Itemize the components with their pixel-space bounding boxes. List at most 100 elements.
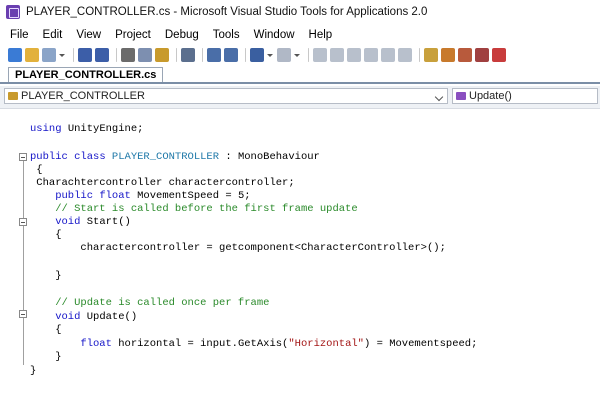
code-token: void bbox=[30, 216, 87, 228]
chevron-down-icon[interactable] bbox=[59, 48, 65, 62]
toolbar-separator bbox=[202, 48, 203, 62]
code-token: float bbox=[30, 338, 119, 350]
code-token: } bbox=[30, 351, 62, 363]
code-line[interactable]: void Start() bbox=[30, 216, 131, 229]
code-line[interactable]: charactercontroller = getcomponent<Chara… bbox=[30, 242, 446, 255]
chevron-down-icon[interactable] bbox=[267, 48, 273, 62]
code-token: // Start is called before the first fram… bbox=[30, 203, 358, 215]
menu-help[interactable]: Help bbox=[302, 29, 340, 41]
code-line[interactable]: // Start is called before the first fram… bbox=[30, 203, 358, 216]
code-token: UnityEngine; bbox=[67, 123, 144, 135]
code-token: float bbox=[99, 190, 138, 202]
menu-edit[interactable]: Edit bbox=[36, 29, 70, 41]
redo-icon[interactable] bbox=[277, 48, 291, 62]
open-icon[interactable] bbox=[25, 48, 39, 62]
toolbar-separator bbox=[176, 48, 177, 62]
code-line[interactable]: public class PLAYER_CONTROLLER : MonoBeh… bbox=[30, 151, 320, 164]
code-text[interactable]: using UnityEngine; public class PLAYER_CO… bbox=[0, 109, 600, 413]
method-icon bbox=[456, 92, 466, 100]
code-token: Charachtercontroller charactercontroller… bbox=[30, 177, 295, 189]
code-line[interactable]: Charachtercontroller charactercontroller… bbox=[30, 177, 295, 190]
navigation-bar: PLAYER_CONTROLLER Update() bbox=[0, 86, 600, 109]
toolbar-separator bbox=[308, 48, 309, 62]
undo-icon[interactable] bbox=[250, 48, 264, 62]
code-token: { bbox=[30, 229, 62, 241]
step-into-icon[interactable] bbox=[364, 48, 378, 62]
code-token: horizontal = input.GetAxis( bbox=[118, 338, 289, 350]
code-line[interactable]: public float MovementSpeed = 5; bbox=[30, 190, 251, 203]
menu-window[interactable]: Window bbox=[247, 29, 302, 41]
code-token: PLAYER_CONTROLLER bbox=[111, 151, 220, 163]
code-line[interactable]: // Update is called once per frame bbox=[30, 297, 269, 310]
code-line[interactable]: } bbox=[30, 351, 62, 364]
code-token: void bbox=[30, 311, 87, 323]
menu-view[interactable]: View bbox=[69, 29, 108, 41]
indent-icon[interactable] bbox=[207, 48, 221, 62]
code-token: class bbox=[74, 151, 112, 163]
member-selector-value: Update() bbox=[469, 90, 512, 102]
code-token: : MonoBehaviour bbox=[219, 151, 320, 163]
code-token: Start() bbox=[86, 216, 131, 228]
code-line[interactable]: float horizontal = input.GetAxis("Horizo… bbox=[30, 338, 477, 351]
code-line[interactable]: { bbox=[30, 164, 43, 177]
object-browser-icon[interactable] bbox=[458, 48, 472, 62]
code-line[interactable]: } bbox=[30, 270, 62, 283]
document-tabs: PLAYER_CONTROLLER.cs bbox=[0, 65, 600, 84]
member-selector[interactable]: Update() bbox=[452, 88, 598, 104]
code-editor[interactable]: using UnityEngine; public class PLAYER_CO… bbox=[0, 109, 600, 413]
tab-underline bbox=[0, 82, 600, 84]
code-token: { bbox=[30, 164, 43, 176]
add-project-icon[interactable] bbox=[42, 48, 56, 62]
code-token: } bbox=[30, 270, 62, 282]
project-explorer-icon[interactable] bbox=[424, 48, 438, 62]
save-all-icon[interactable] bbox=[95, 48, 109, 62]
window-title: PLAYER_CONTROLLER.cs - Microsoft Visual … bbox=[26, 6, 428, 18]
chevron-down-icon[interactable] bbox=[435, 92, 445, 101]
find-icon[interactable] bbox=[181, 48, 195, 62]
chevron-down-icon[interactable] bbox=[294, 48, 300, 62]
code-line[interactable]: using UnityEngine; bbox=[30, 123, 143, 136]
code-line[interactable]: { bbox=[30, 324, 62, 337]
class-icon bbox=[8, 92, 18, 100]
step-out-icon[interactable] bbox=[398, 48, 412, 62]
code-token: { bbox=[30, 324, 62, 336]
menu-tools[interactable]: Tools bbox=[206, 29, 247, 41]
options-icon[interactable] bbox=[492, 48, 506, 62]
code-token: } bbox=[30, 365, 37, 377]
copy-icon[interactable] bbox=[138, 48, 152, 62]
add-item-icon[interactable] bbox=[8, 48, 22, 62]
toolbar-separator bbox=[73, 48, 74, 62]
cut-icon[interactable] bbox=[121, 48, 135, 62]
toolbar-separator bbox=[419, 48, 420, 62]
code-token: charactercontroller = getcomponent<Chara… bbox=[30, 242, 446, 254]
menu-bar: File Edit View Project Debug Tools Windo… bbox=[0, 26, 600, 44]
code-token: "Horizontal" bbox=[288, 338, 364, 350]
toolbox-icon[interactable] bbox=[475, 48, 489, 62]
step-over-icon[interactable] bbox=[381, 48, 395, 62]
outdent-icon[interactable] bbox=[224, 48, 238, 62]
code-token: public bbox=[30, 190, 100, 202]
pause-icon[interactable] bbox=[330, 48, 344, 62]
menu-project[interactable]: Project bbox=[108, 29, 158, 41]
start-icon[interactable] bbox=[313, 48, 327, 62]
code-token: using bbox=[30, 123, 68, 135]
code-token: // Update is called once per frame bbox=[30, 297, 270, 309]
toolbar-separator bbox=[245, 48, 246, 62]
code-token: ) = Movementspeed; bbox=[363, 338, 478, 350]
code-line[interactable]: { bbox=[30, 229, 62, 242]
properties-icon[interactable] bbox=[441, 48, 455, 62]
standard-toolbar bbox=[0, 46, 600, 64]
class-selector-value: PLAYER_CONTROLLER bbox=[21, 90, 145, 102]
menu-file[interactable]: File bbox=[0, 29, 36, 41]
menu-debug[interactable]: Debug bbox=[158, 29, 206, 41]
code-token: MovementSpeed = 5; bbox=[137, 190, 251, 202]
stop-icon[interactable] bbox=[347, 48, 361, 62]
code-token: Update() bbox=[86, 311, 138, 323]
title-bar: PLAYER_CONTROLLER.cs - Microsoft Visual … bbox=[0, 0, 600, 24]
code-line[interactable]: } bbox=[30, 365, 36, 378]
save-icon[interactable] bbox=[78, 48, 92, 62]
vsta-icon bbox=[6, 5, 20, 19]
paste-icon[interactable] bbox=[155, 48, 169, 62]
class-selector[interactable]: PLAYER_CONTROLLER bbox=[4, 88, 448, 104]
code-line[interactable]: void Update() bbox=[30, 311, 137, 324]
